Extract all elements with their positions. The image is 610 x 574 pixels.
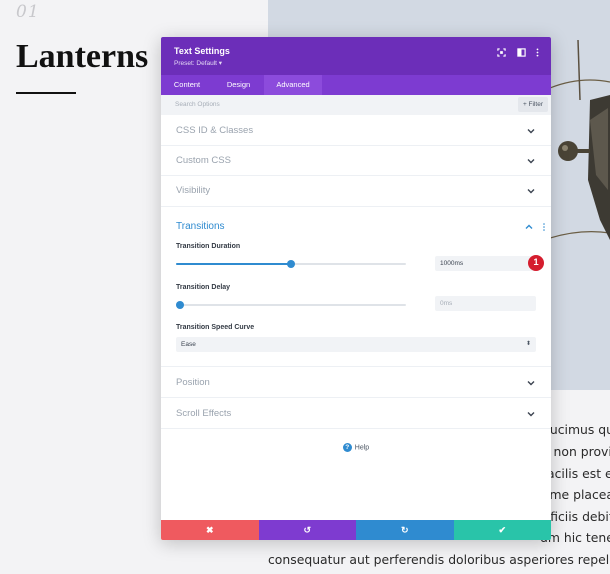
search-bar: Search Options + Filter — [161, 95, 551, 115]
help-icon: ? — [342, 443, 352, 452]
section-label: CSS ID & Classes — [176, 125, 254, 136]
section-label: Visibility — [176, 185, 211, 196]
save-button[interactable]: ✔ — [453, 520, 551, 540]
chevron-down-icon — [527, 159, 535, 164]
preset-dropdown[interactable]: Preset: Default ▾ — [174, 59, 222, 67]
filter-button[interactable]: + Filter — [517, 97, 548, 112]
transition-duration-label: Transition Duration — [176, 243, 241, 250]
undo-icon: ↺ — [303, 525, 312, 535]
cancel-button[interactable]: ✖ — [161, 520, 259, 540]
fullscreen-icon[interactable] — [496, 48, 506, 58]
transition-speed-curve-select[interactable]: Ease ⬍ — [176, 337, 536, 352]
tab-design[interactable]: Design — [213, 75, 264, 95]
chevron-down-icon — [527, 129, 535, 134]
help-link[interactable]: ? Help — [161, 443, 551, 452]
body-line: fficiis debit — [546, 509, 610, 524]
body-line: acilis est et — [547, 466, 610, 481]
slider-handle[interactable] — [176, 301, 184, 309]
section-transitions: Transitions Transition Duration 1000ms T… — [161, 207, 551, 367]
transition-delay-input[interactable]: 0ms — [435, 296, 536, 311]
section-custom-css[interactable]: Custom CSS — [161, 146, 551, 176]
section-css-id-classes[interactable]: CSS ID & Classes — [161, 115, 551, 146]
section-label: Position — [176, 377, 210, 388]
section-scroll-effects[interactable]: Scroll Effects — [161, 398, 551, 429]
select-arrows-icon: ⬍ — [525, 341, 531, 347]
tab-advanced[interactable]: Advanced — [264, 75, 322, 95]
more-icon[interactable] — [532, 48, 542, 58]
transition-duration-input[interactable]: 1000ms — [435, 256, 536, 271]
slider-fill — [176, 263, 291, 265]
section-label: Scroll Effects — [176, 408, 232, 419]
split-view-icon[interactable] — [516, 48, 526, 58]
modal-tabs: Content Design Advanced — [161, 75, 551, 95]
body-line: ducimus qu — [542, 422, 610, 437]
redo-button[interactable]: ↻ — [356, 520, 454, 540]
lantern-image — [550, 40, 610, 240]
section-more-icon[interactable] — [542, 223, 546, 231]
select-value: Ease — [181, 341, 196, 348]
annotation-badge: 1 — [528, 255, 544, 271]
heading-divider — [16, 92, 76, 94]
page-heading: Lanterns — [16, 38, 149, 75]
body-line: consequatur aut perferendis doloribus as… — [268, 552, 610, 567]
search-input[interactable]: Search Options — [175, 95, 220, 115]
chevron-up-icon[interactable] — [525, 223, 533, 231]
section-visibility[interactable]: Visibility — [161, 176, 551, 207]
chevron-down-icon — [527, 381, 535, 386]
chevron-down-icon — [527, 412, 535, 417]
slider-handle[interactable] — [287, 260, 295, 268]
modal-title: Text Settings — [174, 46, 230, 56]
help-label: Help — [354, 444, 370, 452]
redo-icon: ↻ — [400, 525, 409, 535]
transition-delay-label: Transition Delay — [176, 284, 231, 291]
text-settings-modal: Text Settings Preset: Default ▾ Content … — [161, 37, 551, 540]
body-line: ime placea — [546, 487, 610, 502]
section-label[interactable]: Transitions — [176, 221, 225, 232]
undo-button[interactable]: ↺ — [258, 520, 356, 540]
chevron-down-icon — [527, 189, 535, 194]
modal-header: Text Settings Preset: Default ▾ — [161, 37, 551, 75]
body-line: e non provic — [542, 444, 610, 459]
close-icon: ✖ — [205, 525, 214, 535]
transition-delay-slider[interactable] — [176, 301, 406, 309]
section-label: Custom CSS — [176, 155, 231, 166]
section-position[interactable]: Position — [161, 367, 551, 398]
check-icon: ✔ — [498, 525, 507, 535]
page-number: 01 — [16, 2, 40, 22]
transition-speed-curve-label: Transition Speed Curve — [176, 324, 255, 331]
tab-content[interactable]: Content — [161, 75, 213, 95]
transition-duration-slider[interactable] — [176, 260, 406, 268]
modal-footer: ✖ ↺ ↻ ✔ — [161, 520, 551, 540]
